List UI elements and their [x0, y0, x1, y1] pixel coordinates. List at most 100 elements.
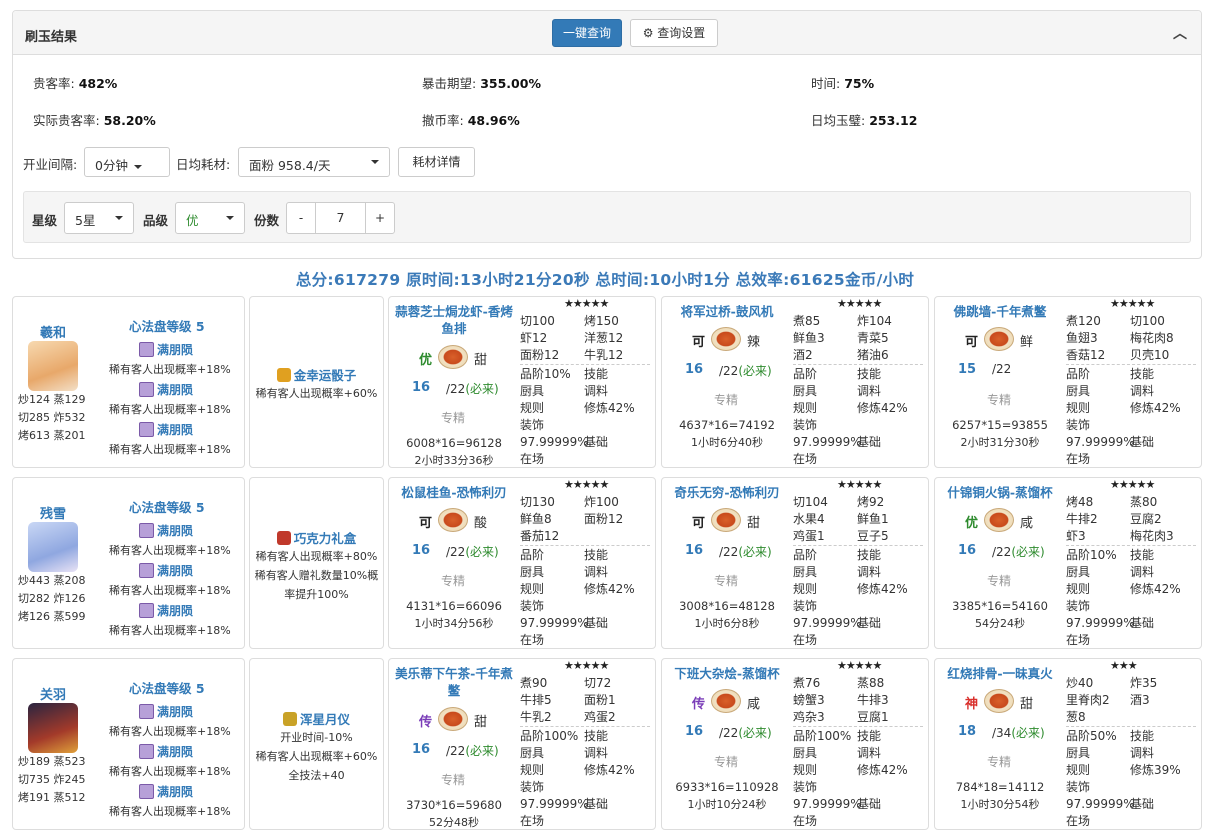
- interval-select[interactable]: 0分钟: [84, 147, 170, 177]
- skill-name[interactable]: 满朋陨: [139, 743, 193, 760]
- dish-requirement: 番茄12: [520, 529, 560, 543]
- dish-name[interactable]: 下班大杂烩-蒸馏杯: [664, 665, 790, 682]
- chef-name[interactable]: 残雪: [23, 503, 83, 522]
- skill-name[interactable]: 满朋陨: [139, 522, 193, 539]
- dish-image: [984, 689, 1014, 713]
- dish-card: 蒜蓉芝士焗龙虾-香烤 鱼排优 甜 16/22(必来) 专精 6008*16=96128 2小…: [388, 296, 656, 468]
- skill-icon: [139, 704, 154, 719]
- query-settings-button[interactable]: ⚙ 查询设置: [630, 19, 718, 47]
- skill-icon: [139, 382, 154, 397]
- chef-avatar: [28, 703, 78, 753]
- dish-name[interactable]: 红烧排骨-一昧真火: [937, 665, 1063, 682]
- skill-name[interactable]: 满朋陨: [139, 341, 193, 358]
- dish-time: 1小时6分40秒: [691, 436, 763, 449]
- dish-bonus: 97.99999%: [520, 616, 589, 630]
- skill-icon: [139, 342, 154, 357]
- dish-bonus: 装饰: [793, 418, 818, 432]
- dish-bonus: 修炼42%: [1130, 582, 1181, 596]
- skill-effect: 稀有客人出现概率+18%: [109, 443, 231, 456]
- chevron-up-icon[interactable]: ︿: [1173, 23, 1187, 43]
- dish-name[interactable]: 什锦铜火锅-蒸馏杯: [937, 484, 1063, 501]
- dish-image: [984, 508, 1014, 532]
- material-detail-button[interactable]: 耗材详情: [398, 147, 475, 177]
- dish-time: 1小时34分56秒: [414, 617, 494, 630]
- dish-stars: ★★★★★: [837, 297, 882, 310]
- dish-requirement: 蒸88: [857, 676, 885, 690]
- dish-requirement: 虾12: [520, 331, 548, 345]
- equip-name[interactable]: 金幸运骰子: [250, 365, 383, 384]
- skill-name[interactable]: 满朋陨: [139, 602, 193, 619]
- stat-actual-vip-rate: 实际贵客率: 58.20%: [33, 113, 156, 128]
- dish-name[interactable]: 蒜蓉芝士焗龙虾-香烤 鱼排: [391, 303, 517, 337]
- chef-skill-stats: 烤126 蒸599: [18, 610, 86, 623]
- dish-bonus: 调料: [1130, 746, 1155, 760]
- dish-name-line: 美乐蒂下午茶-千年煮: [395, 666, 513, 681]
- count-minus-button[interactable]: -: [286, 202, 316, 234]
- skill-name[interactable]: 满朋陨: [139, 562, 193, 579]
- chef-name[interactable]: 关羽: [23, 684, 83, 703]
- dish-requirement: 煮85: [793, 314, 821, 328]
- xinfa-level: 心法盘等级 5: [129, 319, 205, 334]
- chef-name[interactable]: 羲和: [23, 322, 83, 341]
- dish-bonus: 技能: [584, 729, 609, 743]
- dish-bonus: 97.99999%: [793, 435, 862, 449]
- dish-bonus: 调料: [857, 565, 882, 579]
- divider: [1066, 545, 1196, 546]
- dish-name-line: 鳖: [447, 683, 461, 698]
- dish-name[interactable]: 美乐蒂下午茶-千年煮鳖: [391, 665, 517, 699]
- dish-score-calc: 4637*16=74192: [679, 418, 775, 432]
- chef-card: 羲和 炒124 蒸129 切285 炸532 烤613 蒸201 心法盘等级 5 满朋陨稀…: [12, 296, 245, 468]
- dish-stars: ★★★: [1110, 659, 1138, 672]
- dish-card: 松鼠桂鱼-恐怖利刃可 酸 16/22(必来) 专精 4131*16=66096 1小时34…: [388, 477, 656, 649]
- dish-bonus: 装饰: [793, 599, 818, 613]
- panel-title: 刷玉结果: [25, 30, 78, 45]
- material-select[interactable]: 面粉 958.4/天: [238, 147, 390, 177]
- dish-score-calc: 784*18=14112: [955, 780, 1045, 794]
- dish-flavor: 酸: [474, 516, 488, 531]
- chef-avatar: [28, 522, 78, 572]
- skill-effect: 稀有客人出现概率+18%: [109, 725, 231, 738]
- dish-name-line: 鱼排: [441, 321, 467, 336]
- equip-icon: [276, 531, 291, 545]
- count-plus-button[interactable]: +: [365, 202, 395, 234]
- count-input[interactable]: 7: [315, 202, 366, 234]
- one-click-query-button[interactable]: 一键查询: [552, 19, 622, 47]
- dish-name[interactable]: 佛跳墙-千年煮鳖: [937, 303, 1063, 320]
- dish-name[interactable]: 将军过桥-鼓风机: [664, 303, 790, 320]
- skill-label: 满朋陨: [157, 705, 194, 719]
- dish-image: [711, 327, 741, 351]
- grade-select[interactable]: 优: [175, 202, 245, 234]
- divider: [793, 545, 923, 546]
- star-select[interactable]: 5星: [64, 202, 134, 234]
- chef-skill-stats: 炒189 蒸523: [18, 755, 86, 768]
- dish-bonus: 在场: [520, 633, 545, 647]
- dish-score-calc: 6933*16=110928: [675, 780, 779, 794]
- skill-icon: [139, 744, 154, 759]
- chef-card: 关羽 炒189 蒸523 切735 炸245 烤191 蒸512 心法盘等级 5 满朋陨稀…: [12, 658, 245, 830]
- skill-name[interactable]: 满朋陨: [139, 381, 193, 398]
- dish-requirement: 酒3: [1130, 693, 1150, 707]
- dish-bonus: 在场: [793, 452, 818, 466]
- caret-down-icon: [226, 216, 234, 220]
- dish-bonus: 基础: [584, 435, 609, 449]
- skill-name[interactable]: 满朋陨: [139, 421, 193, 438]
- equip-name[interactable]: 巧克力礼盒: [250, 528, 383, 547]
- equip-label: 浑星月仪: [299, 712, 350, 727]
- dish-score-calc: 6008*16=96128: [406, 436, 502, 450]
- dish-image: [438, 707, 468, 731]
- skill-name[interactable]: 满朋陨: [139, 703, 193, 720]
- dish-specialty: 专精: [441, 411, 466, 425]
- dish-name[interactable]: 奇乐无穷-恐怖利刃: [664, 484, 790, 501]
- equip-name[interactable]: 浑星月仪: [250, 709, 383, 728]
- skill-effect: 稀有客人出现概率+18%: [109, 805, 231, 818]
- stat-withdraw-rate: 撤币率: 48.96%: [422, 113, 520, 128]
- skill-label: 满朋陨: [157, 383, 194, 397]
- dish-requirement: 牛乳12: [584, 348, 624, 362]
- dish-card: 红烧排骨-一昧真火神 甜 18/34(必来) 专精 784*18=14112 1小时30分…: [934, 658, 1202, 830]
- dish-needed: /22(必来): [719, 726, 772, 740]
- skill-name[interactable]: 满朋陨: [139, 783, 193, 800]
- skill-icon: [139, 563, 154, 578]
- dish-requirement: 切104: [793, 495, 828, 509]
- dish-name[interactable]: 松鼠桂鱼-恐怖利刃: [391, 484, 517, 501]
- dish-requirement: 贝壳10: [1130, 348, 1170, 362]
